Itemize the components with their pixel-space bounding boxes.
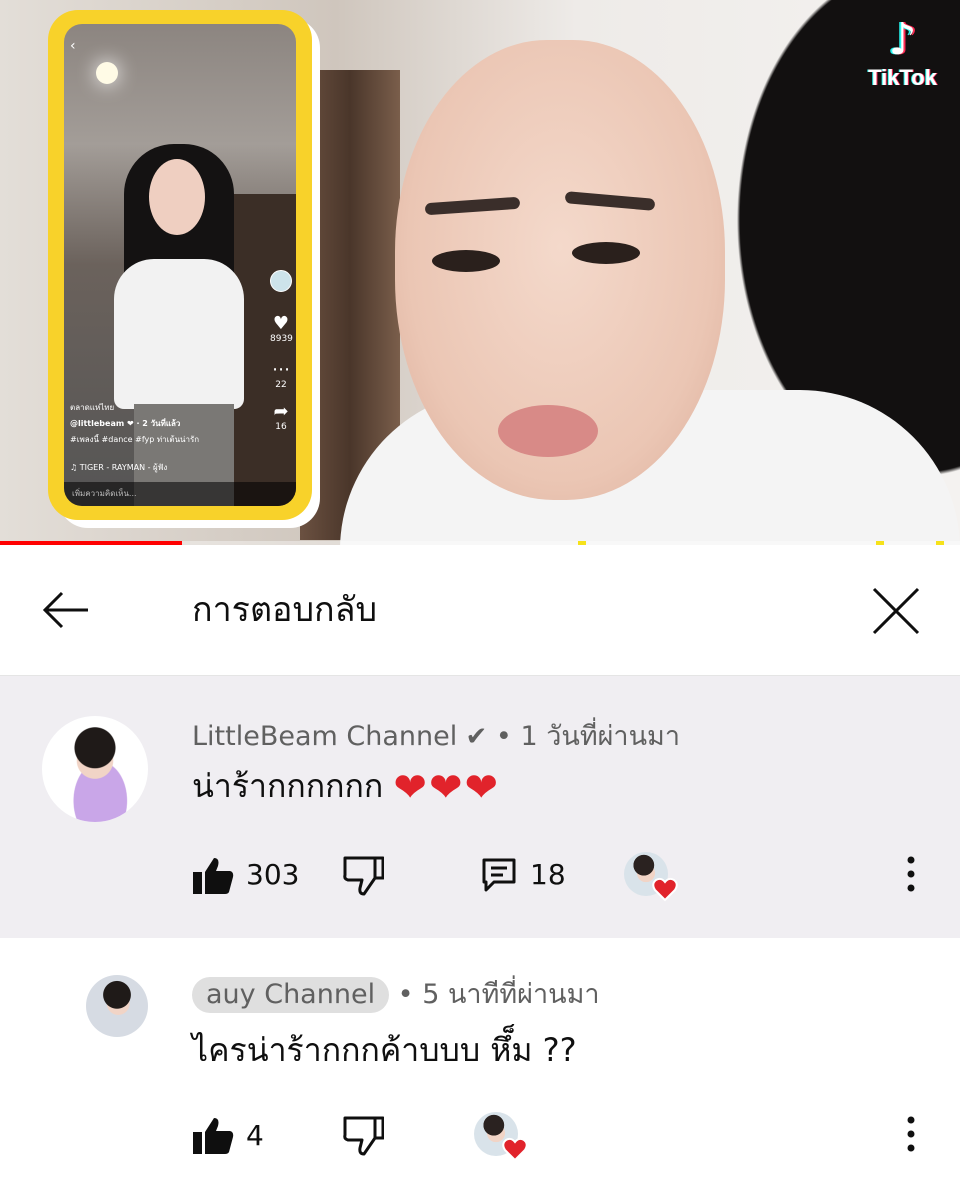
replies-header — [0, 545, 960, 676]
inset-comment-icon: ⋯ — [272, 359, 290, 380]
reply-count: 18 — [530, 858, 566, 891]
comment-time: 1 วันที่ผ่านมา — [520, 721, 681, 752]
inset-lamp — [96, 62, 118, 84]
like-icon[interactable] — [192, 856, 234, 896]
inset-caption-line: ตลาดแห่ไทย — [70, 403, 115, 412]
inset-caption-line: ♫ TIGER - RAYMAN - ผู้ฟัง — [70, 463, 168, 472]
comment-body: น่าร้ากกกกกก — [192, 767, 384, 805]
inset-avatar-icon — [270, 270, 292, 292]
video-person-eye — [432, 250, 500, 272]
inset-caption-line: @littlebeam ❤ · 2 วันที่แล้ว — [70, 419, 181, 428]
inset-comment: ⋯ 22 — [270, 359, 292, 391]
inset-share-count: 16 — [275, 422, 287, 432]
like-count: 4 — [246, 1119, 264, 1152]
tiktok-watermark-text: TikTok — [868, 65, 937, 90]
inset-share: ➦ 16 — [270, 401, 292, 433]
close-icon[interactable] — [868, 583, 924, 639]
heart-emoji: ❤❤❤ — [393, 765, 500, 811]
inset-heart-icon: ♥ — [272, 313, 290, 334]
avatar-image — [42, 716, 148, 822]
avatar-image — [86, 975, 148, 1037]
creator-heart — [624, 852, 678, 902]
inset-share-icon: ➦ — [273, 401, 289, 422]
like-icon[interactable] — [192, 1116, 234, 1156]
inset-person-body — [114, 259, 244, 409]
avatar[interactable] — [86, 975, 148, 1037]
video-person-lips — [498, 405, 598, 457]
heart-icon — [652, 877, 678, 902]
inset-phone-screen: ‹ ♥ 8939 ⋯ 22 ➦ 16 ตลาดแห่ไทย @littlebea… — [64, 24, 296, 506]
avatar[interactable] — [42, 716, 148, 822]
meta-separator: • — [495, 721, 512, 752]
inset-back-icon: ‹ — [70, 38, 76, 54]
creator-heart — [474, 1112, 528, 1162]
heart-icon — [502, 1137, 528, 1162]
tiktok-note-icon: ♪ — [888, 14, 917, 65]
tiktok-watermark: ♪ TikTok — [855, 15, 950, 91]
inset-comment-input: เพิ่มความคิดเห็น... — [64, 482, 296, 506]
page-title: การตอบกลับ — [192, 590, 378, 630]
inset-like-count: 8939 — [270, 334, 293, 344]
reply-text: ไครน่าร้ากกกค้าบบบ หึ็ม ?? — [192, 1031, 577, 1069]
verified-check-icon: ✔ — [457, 722, 488, 752]
video-player[interactable]: ♪ TikTok ‹ ♥ 8939 ⋯ 22 ➦ 16 ตลาดแห่ไทย @… — [0, 0, 960, 545]
inset-comment-count: 22 — [275, 380, 287, 390]
reply-time: 5 นาทีที่ผ่านมา — [422, 979, 600, 1010]
inset-caption-line: #เพลงนี้ #dance #fyp ท่าเต้นน่ารัก — [70, 435, 200, 444]
back-arrow-icon[interactable] — [38, 585, 94, 635]
inset-like: ♥ 8939 — [270, 313, 293, 345]
more-vert-icon[interactable] — [905, 856, 917, 892]
dislike-icon[interactable] — [342, 1116, 384, 1156]
reply-meta: auy Channel • 5 นาทีที่ผ่านมา — [192, 977, 600, 1013]
comment-meta: LittleBeam Channel ✔ • 1 วันที่ผ่านมา — [192, 719, 680, 755]
more-vert-icon[interactable] — [905, 1116, 917, 1152]
dislike-icon[interactable] — [342, 856, 384, 896]
like-count: 303 — [246, 858, 300, 891]
inset-person-face — [149, 159, 205, 235]
reply-icon[interactable] — [482, 858, 516, 894]
reply-author-badge[interactable]: auy Channel — [192, 977, 390, 1013]
meta-separator: • — [397, 979, 414, 1010]
comment-text: น่าร้ากกกกกก ❤❤❤ — [192, 764, 500, 810]
video-person-eye — [572, 242, 640, 264]
comment-author[interactable]: LittleBeam Channel — [192, 721, 457, 752]
